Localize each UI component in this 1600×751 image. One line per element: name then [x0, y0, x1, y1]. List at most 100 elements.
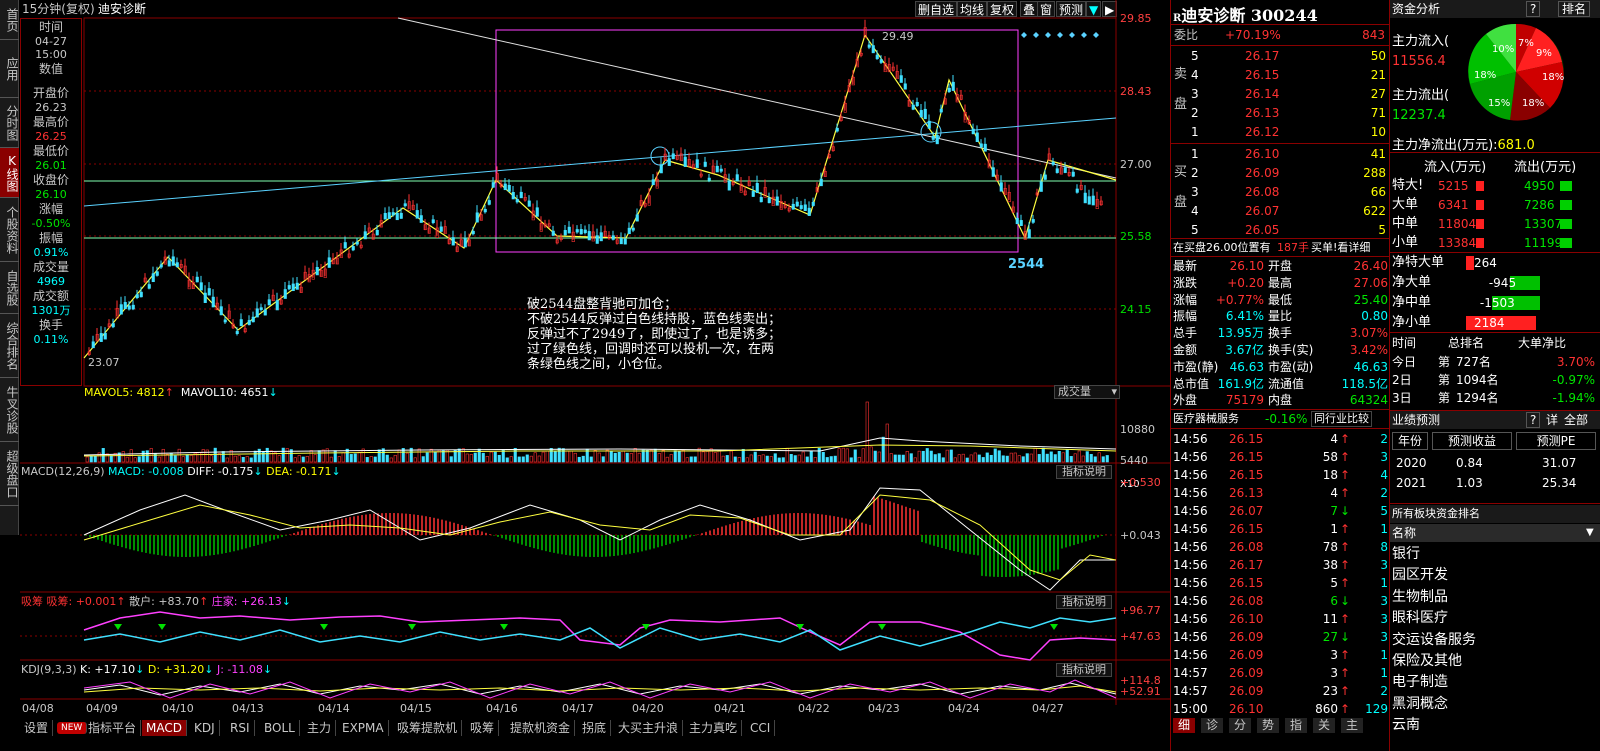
vtab-watchlist[interactable]: 自选股 [0, 262, 19, 314]
forecast-all-link[interactable]: 全部 [1564, 411, 1588, 429]
fund-in-value: 5215 [1438, 179, 1469, 193]
up-arrow-icon: ↑ [1339, 450, 1350, 464]
fund-help-button[interactable]: ? [1526, 1, 1541, 17]
tick-tab[interactable]: 关 [1313, 718, 1335, 733]
sell-level: 2 [1191, 106, 1199, 120]
forecast-row: 2020 0.84 31.07 [1390, 454, 1600, 472]
sector-rank-title: 所有板块资金排名 [1392, 507, 1480, 520]
forecast-help-button[interactable]: ? [1526, 412, 1541, 428]
volume-bar [1069, 456, 1073, 463]
volume-bar [1001, 455, 1005, 463]
volume-bar [321, 449, 325, 463]
volume-bar [1101, 456, 1105, 463]
chevron-down-icon[interactable]: ▼ [1586, 524, 1594, 542]
candle-body [463, 238, 467, 248]
sell-volume: 10 [1370, 125, 1386, 139]
forecast-row: 2021 1.03 25.34 [1390, 474, 1600, 492]
candle-body [91, 341, 95, 349]
rank-period: 2日 [1392, 373, 1412, 387]
macd-explain-button[interactable]: 指标说明 [1056, 465, 1112, 479]
sector-rank-item[interactable]: 黑洞概念 [1390, 694, 1600, 715]
forecast-detail-link[interactable]: 详 [1546, 411, 1558, 429]
volume-bar [237, 455, 241, 463]
macd-y-label-1: +0.530 [1120, 476, 1161, 489]
boll-tab[interactable]: BOLL [260, 720, 300, 736]
candle-body [383, 212, 387, 220]
candle-body [935, 134, 939, 145]
damai-tab[interactable]: 大买主升浪 [614, 720, 684, 736]
vtab-home[interactable]: 首页 [0, 0, 19, 40]
vtab-super-panel[interactable]: 超级盘口 [0, 442, 19, 506]
macd-tab[interactable]: MACD [142, 720, 187, 736]
sector-rank-item[interactable]: 银行 [1390, 544, 1600, 565]
tick-tab[interactable]: 诊 [1201, 718, 1223, 733]
candle-body [363, 231, 367, 240]
sector-rank-item[interactable]: 园区开发 [1390, 565, 1600, 586]
candle-body [551, 230, 555, 236]
tick-tab[interactable]: 势 [1257, 718, 1279, 733]
tick-tab[interactable]: 分 [1229, 718, 1251, 733]
tick-tab[interactable]: 细 [1173, 718, 1195, 733]
indicator-platform-tab[interactable]: 指标平台 [84, 720, 142, 736]
quote-label: 市盈(静) [1173, 359, 1219, 374]
sell-price: 26.17 [1245, 49, 1280, 63]
candle-body [1063, 167, 1067, 173]
xichou-tikuanji-tab[interactable]: 吸筹提款机 [393, 720, 463, 736]
sector-rank-item[interactable]: 保险及其他 [1390, 651, 1600, 672]
candle-body [1071, 171, 1075, 177]
tick-tab[interactable]: 主 [1341, 718, 1363, 733]
fund-title-bar: 资金分析 ? 排名 [1390, 0, 1600, 18]
quote-value: 13.95万 [1217, 326, 1264, 341]
vtab-apps[interactable]: 应用 [0, 40, 19, 98]
vtab-diagnosis[interactable]: 牛叉诊股 [0, 378, 19, 442]
vtab-stock-info[interactable]: 个股资料 [0, 198, 19, 262]
candle-body [147, 284, 151, 289]
volume-bar [841, 447, 845, 463]
volume-bar [869, 446, 873, 463]
volume-bar [809, 450, 813, 463]
buy-detail-link[interactable]: 买单!看详细 [1311, 239, 1370, 257]
vtab-timeshare[interactable]: 分时图 [0, 98, 19, 148]
tick-count: 3 [1380, 612, 1388, 626]
zhuli-tab[interactable]: 主力 [303, 720, 337, 736]
tick-count: 1 [1380, 666, 1388, 680]
volume-bar [937, 453, 941, 463]
candle-body [207, 288, 211, 296]
candle-body [939, 108, 943, 113]
sector-rank-item[interactable]: 眼科医疗 [1390, 608, 1600, 629]
fund-rank-button[interactable]: 排名 [1558, 1, 1591, 17]
vtab-ranking[interactable]: 综合排名 [0, 314, 19, 378]
kdj-tab[interactable]: KDJ [190, 720, 220, 736]
candle-body [1055, 168, 1059, 173]
guaidi-tab[interactable]: 拐底 [578, 720, 612, 736]
tick-time: 14:56 [1173, 486, 1208, 500]
rank-period: 今日 [1392, 355, 1417, 369]
candle-body [259, 307, 263, 310]
kdj-explain-button[interactable]: 指标说明 [1056, 663, 1112, 677]
rsi-tab[interactable]: RSI [226, 720, 255, 736]
zhuli-zhenchi-tab[interactable]: 主力真吃 [685, 720, 743, 736]
vtab-kline[interactable]: K线图 [0, 148, 19, 198]
sell-label: 卖盘 [1174, 67, 1188, 112]
tick-tab[interactable]: 指 [1285, 718, 1307, 733]
quote-label: 量比 [1268, 309, 1293, 324]
sector-rank-item[interactable]: 电子制造 [1390, 672, 1600, 693]
tikuanji-fund-tab[interactable]: 提款机资金 [506, 720, 576, 736]
candle-body [511, 192, 515, 200]
sector-rank-item[interactable]: 交运设备服务 [1390, 630, 1600, 651]
sector-rank-item[interactable]: 云南 [1390, 715, 1600, 736]
candle-body [619, 237, 623, 245]
indicator-selector[interactable]: 成交量 ▾ [1054, 385, 1120, 399]
sector-rank-item[interactable]: 生物制品 [1390, 587, 1600, 608]
xichou-tab[interactable]: 吸筹 [466, 720, 500, 736]
xichou-explain-button[interactable]: 指标说明 [1056, 595, 1112, 609]
candle-body [975, 132, 979, 142]
rank-position: 727名 [1456, 355, 1491, 369]
industry-compare-button[interactable]: 同行业比较 [1311, 411, 1372, 427]
cci-tab[interactable]: CCI [746, 720, 776, 736]
x-label: 04/21 [714, 702, 746, 715]
indicator-tabs: 设置 NEW 指标平台 MACD KDJ RSI BOLL 主力 EXPMA 吸… [20, 720, 1170, 751]
volume-bar [1053, 454, 1057, 463]
settings-tab[interactable]: 设置 [20, 720, 54, 736]
expma-tab[interactable]: EXPMA [338, 720, 389, 736]
